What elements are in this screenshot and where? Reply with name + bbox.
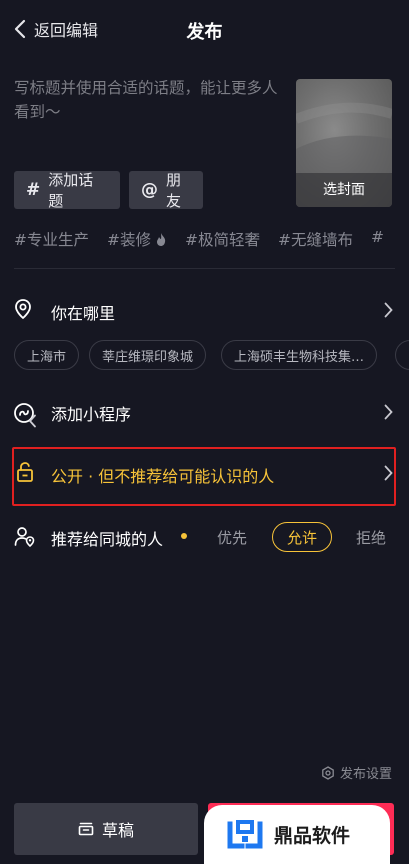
save-draft-button[interactable]: 草稿: [14, 803, 198, 855]
tag-item[interactable]: #: [371, 228, 384, 250]
recommend-option-allow[interactable]: 允许: [272, 522, 332, 552]
watermark-logo: 鼎品软件: [204, 805, 390, 864]
nearby-user-icon: [14, 526, 36, 548]
add-topic-label: 添加话题: [48, 171, 94, 210]
draft-label: 草稿: [101, 821, 134, 840]
publish-settings-label: 发布设置: [339, 767, 392, 782]
divider: [14, 268, 395, 269]
at-icon: @: [141, 180, 158, 200]
tag-suggestions: #专业生产 #装修 #极简轻奢 #无缝墙布 #: [14, 228, 384, 250]
settings-hexagon-icon: [321, 765, 335, 780]
location-suggestion[interactable]: 上海硕丰生物科技集…: [221, 340, 378, 370]
tag-item[interactable]: #装修: [107, 228, 167, 250]
tag-item[interactable]: #极简轻奢: [185, 228, 260, 250]
brand-logo-icon: [226, 816, 264, 854]
mention-friends-button[interactable]: @ 朋友: [129, 171, 203, 210]
chevron-right-icon[interactable]: [384, 465, 393, 481]
privacy-label[interactable]: 公开 · 但不推荐给可能认识的人: [51, 463, 274, 487]
location-suggestion[interactable]: 莘庄维璟印象城: [89, 340, 207, 370]
location-label[interactable]: 你在哪里: [51, 300, 115, 324]
watermark-text: 鼎品软件: [274, 825, 351, 847]
location-pin-icon: [14, 298, 32, 320]
caption-input[interactable]: 写标题并使用合适的话题，能让更多人看到～: [14, 76, 284, 124]
draft-box-icon: [78, 822, 94, 836]
chevron-right-icon[interactable]: [384, 302, 393, 318]
new-indicator-dot: [181, 533, 187, 539]
recommend-label: 推荐给同城的人: [51, 530, 164, 549]
recommend-option-reject[interactable]: 拒绝: [356, 527, 386, 548]
cover-label: 选封面: [296, 173, 392, 207]
location-suggestion[interactable]: 上海市: [14, 340, 80, 370]
fire-icon: [155, 232, 167, 247]
tag-item[interactable]: #专业生产: [14, 228, 89, 250]
cover-selector[interactable]: 选封面: [296, 79, 392, 207]
page-title: 发布: [186, 22, 223, 43]
mini-program-label[interactable]: 添加小程序: [51, 401, 131, 425]
publish-settings-link[interactable]: 发布设置: [321, 763, 392, 782]
add-topic-button[interactable]: # 添加话题: [14, 171, 120, 210]
tag-item[interactable]: #无缝墙布: [278, 228, 353, 250]
location-suggestion[interactable]: [395, 340, 409, 370]
chevron-right-icon[interactable]: [384, 404, 393, 420]
recommend-option-priority[interactable]: 优先: [217, 527, 247, 548]
mention-label: 朋友: [166, 171, 182, 210]
chevron-left-icon: [28, 414, 37, 428]
unlock-icon: [16, 461, 34, 483]
hashtag-icon: #: [26, 180, 41, 200]
